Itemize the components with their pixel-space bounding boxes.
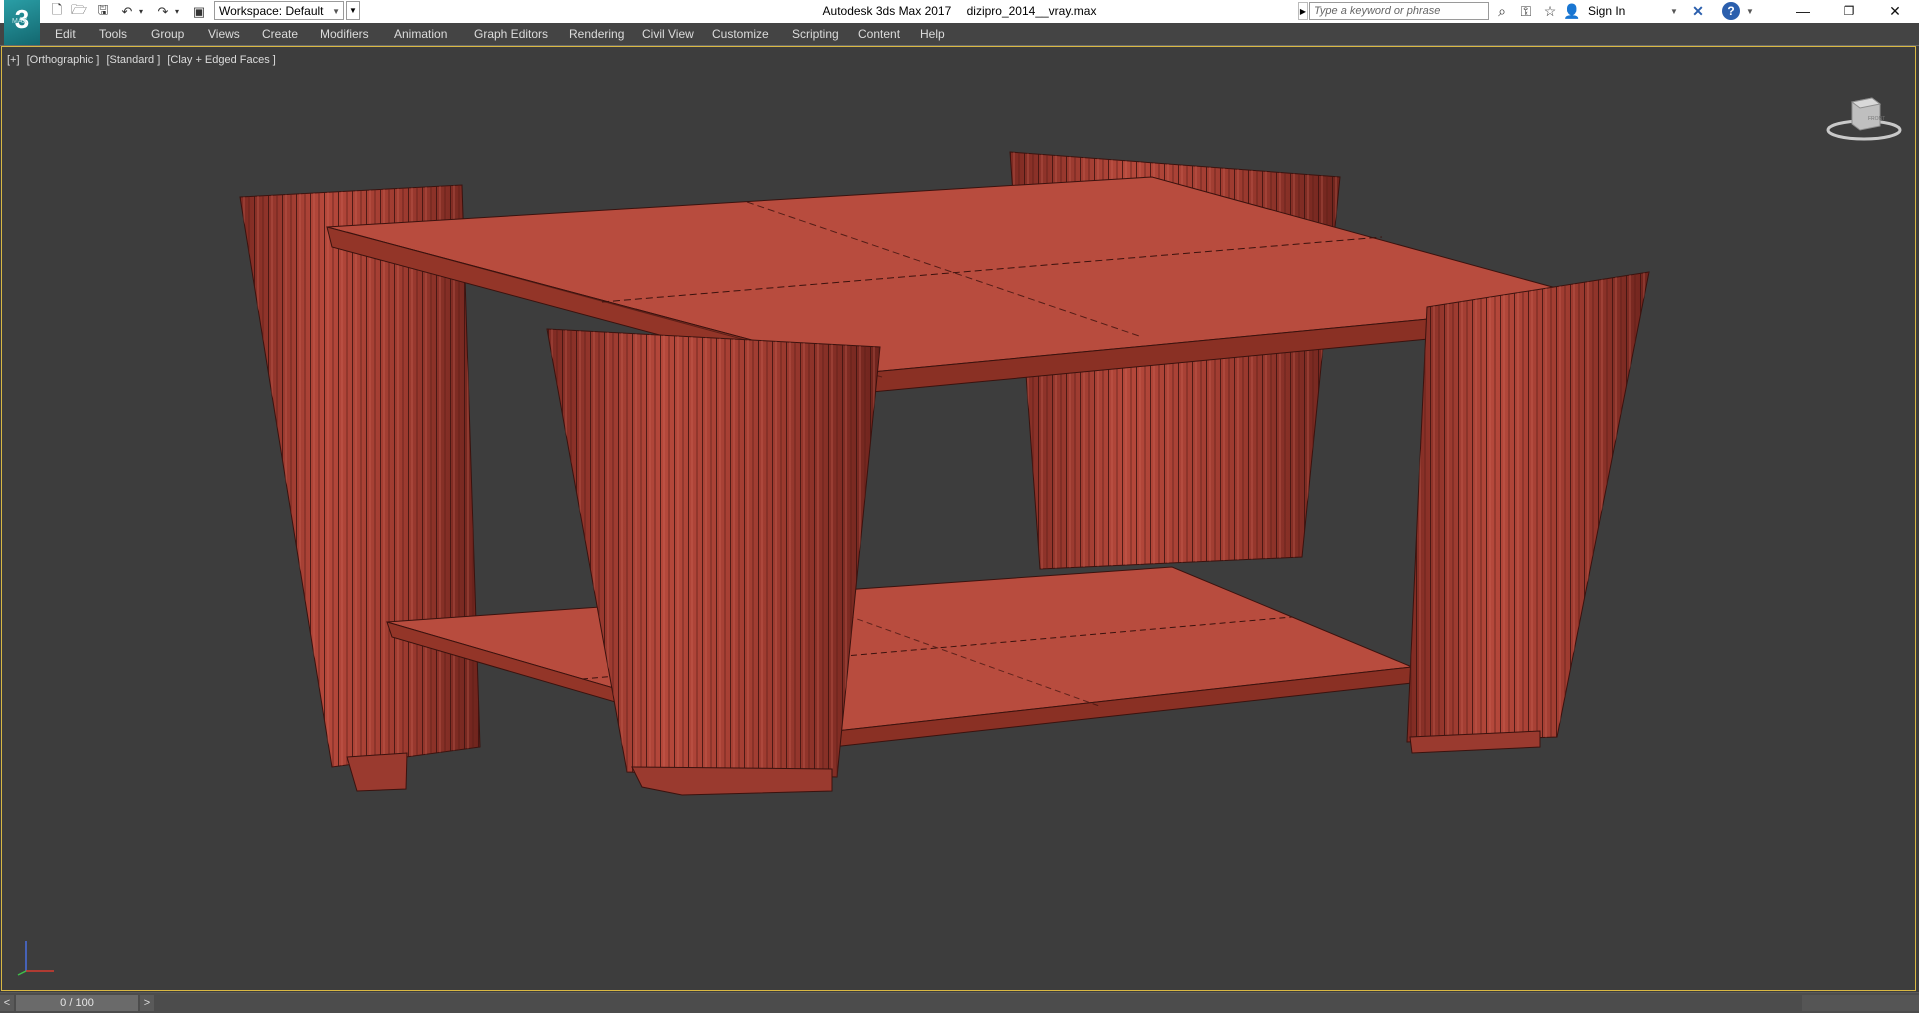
lower-shelf [386,566,1414,753]
app-title: Autodesk 3ds Max 2017 [822,4,952,18]
viewcube-face-label: FRONT [1868,116,1885,122]
search-input[interactable]: Type a keyword or phrase [1309,2,1489,20]
front-right-leg [1406,271,1650,754]
menu-customize[interactable]: Customize [712,27,769,41]
project-folder-icon[interactable]: ▣ [190,3,208,20]
minimize-icon[interactable]: — [1780,0,1826,23]
menu-help[interactable]: Help [920,27,945,41]
help-button[interactable]: ? [1722,2,1740,20]
chevron-down-icon: ▼ [332,7,340,16]
chevron-down-icon[interactable]: ▼ [1670,2,1678,21]
menu-views[interactable]: Views [208,27,240,41]
workspace-select[interactable]: Workspace: Default ▼ [214,1,344,20]
redo-dropdown-icon[interactable]: ▾ [172,3,182,20]
star-icon[interactable]: ☆ [1540,2,1560,21]
menu-animation[interactable]: Animation [394,27,447,41]
search-expand-icon[interactable]: ▶ [1298,2,1308,20]
subscription-icon[interactable]: ⚿ [1516,2,1536,21]
new-file-icon[interactable]: 🗋 [48,2,66,20]
perspective-viewport[interactable]: [+] [Orthographic ] [Standard ] [Clay + … [1,46,1916,991]
next-frame-button[interactable]: > [140,995,154,1011]
exchange-apps-icon[interactable]: ✕ [1688,2,1708,21]
menu-scripting[interactable]: Scripting [792,27,839,41]
quick-access-customize-icon[interactable]: ▼ [346,1,360,20]
previous-frame-button[interactable]: < [0,995,14,1011]
time-slider-end-area [1802,995,1919,1011]
save-file-icon[interactable]: 🖫 [94,2,112,20]
app-logo-button[interactable]: 3 MAX [4,0,40,45]
viewcube-icon[interactable]: FRONT [1824,82,1904,142]
redo-icon[interactable]: ↷ [154,3,172,20]
menu-tools[interactable]: Tools [99,27,127,41]
close-icon[interactable]: ✕ [1872,0,1918,23]
coffee-table-model[interactable] [2,47,1915,990]
menu-rendering[interactable]: Rendering [569,27,624,41]
sign-in-button[interactable]: Sign In [1588,2,1625,21]
title-bar: 3 MAX 🗋 🗁 🖫 ↶ ▾ ↷ ▾ ▣ Workspace: Default … [0,0,1919,45]
menu-group[interactable]: Group [151,27,184,41]
table-top [326,176,1608,393]
open-file-icon[interactable]: 🗁 [70,2,88,20]
user-icon: 👤 [1563,3,1581,19]
menu-content[interactable]: Content [858,27,900,41]
chevron-down-icon[interactable]: ▼ [1746,2,1754,21]
undo-icon[interactable]: ↶ [118,3,136,20]
menu-bar: Edit Tools Group Views Create Modifiers … [0,23,1919,46]
menu-create[interactable]: Create [262,27,298,41]
restore-icon[interactable]: ❐ [1826,0,1872,23]
undo-dropdown-icon[interactable]: ▾ [136,3,146,20]
time-slider-track[interactable] [156,995,1796,1011]
menu-graph-editors[interactable]: Graph Editors [474,27,548,41]
front-left-leg [546,328,881,796]
workspace-label: Workspace: Default [219,4,324,18]
time-slider-thumb[interactable]: 0 / 100 [16,995,138,1011]
menu-edit[interactable]: Edit [55,27,76,41]
menu-civil-view[interactable]: Civil View [642,27,694,41]
axis-tripod-icon [17,941,54,976]
binoculars-icon[interactable]: ⌕ [1492,2,1512,21]
menu-modifiers[interactable]: Modifiers [320,27,369,41]
file-name: dizipro_2014__vray.max [966,4,1097,18]
time-slider[interactable]: < 0 / 100 > [0,992,1919,1013]
